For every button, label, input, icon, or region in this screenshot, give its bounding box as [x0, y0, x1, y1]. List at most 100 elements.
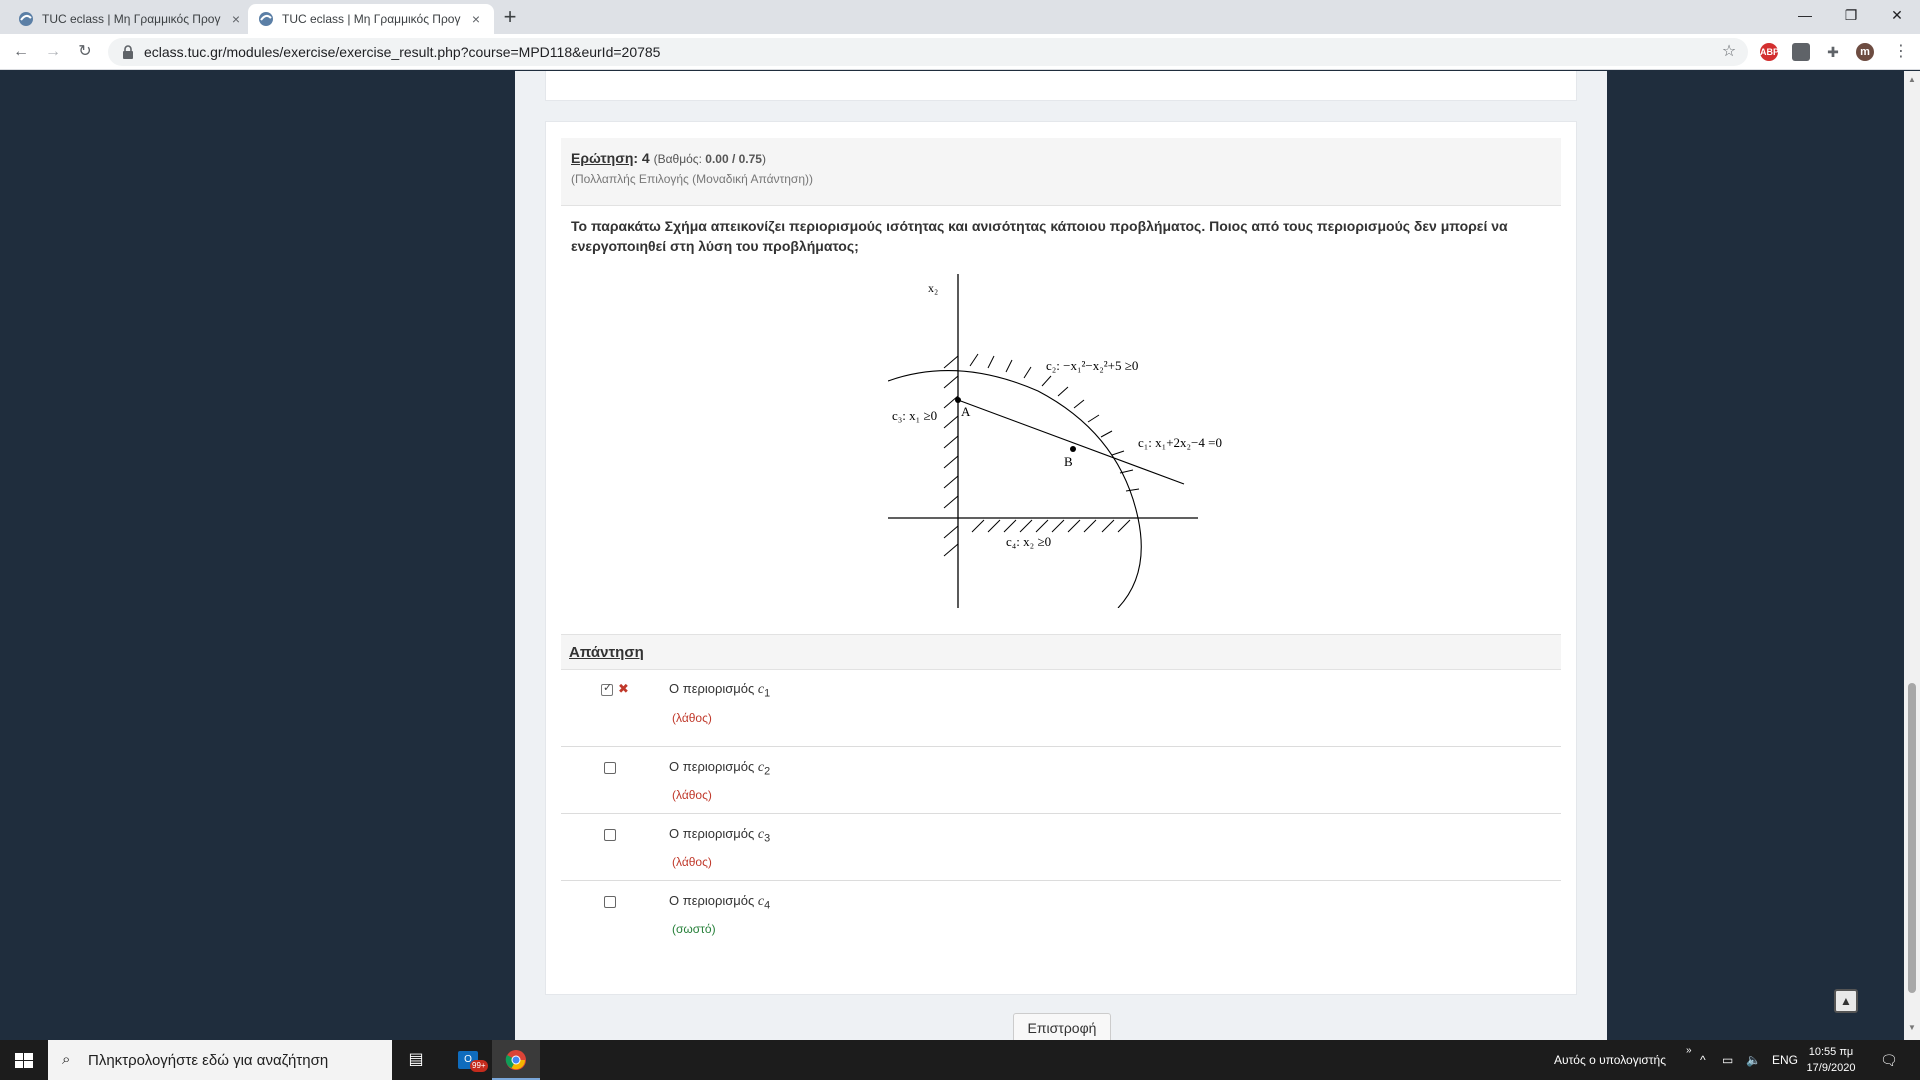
answer-checkbox[interactable] [604, 762, 616, 774]
answer-option-4: Ο περιορισμός c4 (σωστό) [561, 881, 1561, 948]
scroll-down-arrow-icon[interactable]: ▼ [1908, 1023, 1916, 1032]
tab-title: TUC eclass | Μη Γραμμικός Προγ [42, 12, 221, 26]
notification-badge: 99+ [470, 1060, 488, 1072]
tab-close-icon[interactable]: × [468, 11, 484, 27]
answer-option-label: Ο περιορισμός c3 [669, 826, 770, 845]
option-subscript: 2 [764, 765, 771, 778]
close-window-icon[interactable]: ✕ [1874, 4, 1920, 26]
windows-taskbar: ⌕ Πληκτρολογήστε εδώ για αναζήτηση ▤ O 9… [0, 1040, 1920, 1080]
new-tab-button[interactable]: + [498, 6, 522, 28]
answer-option-1: ✖ Ο περιορισμός c1 (λάθος) [561, 670, 1561, 747]
answer-feedback: (σωστό) [672, 922, 716, 936]
windows-start-button[interactable] [0, 1040, 48, 1080]
clock-date: 17/9/2020 [1806, 1062, 1856, 1074]
answer-option-2: Ο περιορισμός c2 (λάθος) [561, 747, 1561, 814]
task-view-icon[interactable]: ▤ [392, 1040, 440, 1080]
system-clock[interactable]: 10:55 πμ 17/9/2020 [1796, 1044, 1866, 1076]
back-button[interactable]: Επιστροφή [1013, 1013, 1111, 1040]
option-subscript: 1 [764, 687, 771, 700]
windows-logo-icon [15, 1053, 33, 1068]
address-bar[interactable]: eclass.tuc.gr/modules/exercise/exercise_… [108, 38, 1748, 66]
browser-tabbar: TUC eclass | Μη Γραμμικός Προγ × TUC ecl… [0, 0, 1920, 34]
option-subscript: 4 [764, 899, 771, 912]
answer-feedback: (λάθος) [672, 855, 712, 869]
notifications-icon[interactable]: 🗨 [1880, 1040, 1898, 1080]
tray-network-label[interactable]: Αυτός ο υπολογιστής [1554, 1040, 1666, 1080]
answer-option-3: Ο περιορισμός c3 (λάθος) [561, 814, 1561, 881]
point-a-label: A [961, 404, 971, 419]
main-content: Ερώτηση: 4 (Βαθμός: 0.00 / 0.75) (Πολλαπ… [515, 71, 1607, 1040]
point-b-label: B [1064, 454, 1073, 469]
page-scrollbar[interactable]: ▲ ▼ [1904, 71, 1920, 1040]
constraints-figure: x₂ A B c₂: −x₁²−x₂²+5 ≥0 c₃: x₁ ≥0 c₁: x… [887, 274, 1248, 609]
network-icon[interactable]: ▭ [1722, 1040, 1733, 1080]
scroll-to-top-icon[interactable]: ▲ [1834, 989, 1858, 1013]
lock-icon [123, 45, 133, 59]
answer-option-label: Ο περιορισμός c2 [669, 759, 770, 778]
restore-icon[interactable]: ❐ [1828, 4, 1874, 26]
wrong-answer-icon: ✖ [618, 681, 629, 696]
chrome-app-icon[interactable] [492, 1040, 540, 1080]
show-hidden-icons[interactable]: ^ [1700, 1040, 1706, 1080]
option-prefix: Ο περιορισμός [669, 826, 758, 841]
c3-label: c₃: x₁ ≥0 [892, 408, 937, 423]
question-text: Το παρακάτω Σχήμα απεικονίζει περιορισμο… [571, 218, 1508, 254]
tray-overflow-icon[interactable]: » [1686, 1040, 1692, 1080]
pdf-extension-icon[interactable] [1792, 43, 1810, 61]
answer-feedback: (λάθος) [672, 788, 712, 802]
browser-tab-1[interactable]: TUC eclass | Μη Γραμμικός Προγ × [8, 4, 254, 34]
answer-checkbox-checked[interactable] [601, 681, 613, 696]
bookmark-star-icon[interactable]: ☆ [1718, 41, 1740, 63]
eclass-favicon-icon [19, 12, 33, 26]
answer-header: Απάντηση [561, 634, 1561, 670]
answer-feedback: (λάθος) [672, 711, 712, 725]
page-viewport: Ερώτηση: 4 (Βαθμός: 0.00 / 0.75) (Πολλαπ… [0, 71, 1920, 1040]
adblock-icon[interactable]: ABP [1760, 43, 1779, 61]
answer-option-label: Ο περιορισμός c4 [669, 893, 770, 912]
reload-icon[interactable]: ↻ [74, 41, 96, 63]
search-placeholder: Πληκτρολογήστε εδώ για αναζήτηση [88, 1051, 329, 1069]
chrome-logo-icon [505, 1049, 526, 1070]
eclass-favicon-icon [259, 12, 273, 26]
grade-suffix: ) [761, 152, 766, 166]
c1-label: c₁: x₁+2x₂−4 =0 [1138, 435, 1222, 450]
outlook-app-icon[interactable]: O 99+ [444, 1040, 492, 1080]
question-type: (Πολλαπλής Επιλογής (Μοναδική Απάντηση)) [571, 172, 813, 186]
x2-axis-label: x₂ [928, 281, 938, 295]
question-header: Ερώτηση: 4 (Βαθμός: 0.00 / 0.75) (Πολλαπ… [561, 138, 1561, 206]
option-prefix: Ο περιορισμός [669, 681, 758, 696]
c2-label: c₂: −x₁²−x₂²+5 ≥0 [1046, 358, 1138, 373]
scroll-up-arrow-icon[interactable]: ▲ [1908, 75, 1916, 84]
option-prefix: Ο περιορισμός [669, 893, 758, 908]
answer-checkbox[interactable] [604, 829, 616, 841]
answer-option-label: Ο περιορισμός c1 [669, 681, 770, 700]
browser-menu-icon[interactable]: ⋮ [1890, 41, 1912, 63]
minimize-icon[interactable]: — [1782, 4, 1828, 26]
question-number: : 4 [633, 150, 650, 166]
browser-tab-2[interactable]: TUC eclass | Μη Γραμμικός Προγ × [248, 4, 494, 34]
constraints-diagram: x₂ A B c₂: −x₁²−x₂²+5 ≥0 c₃: x₁ ≥0 c₁: x… [887, 274, 1248, 609]
extensions-puzzle-icon[interactable]: ✚ [1824, 43, 1842, 61]
question-card: Ερώτηση: 4 (Βαθμός: 0.00 / 0.75) (Πολλαπ… [545, 121, 1577, 995]
tab-close-icon[interactable]: × [228, 11, 244, 27]
url-text: eclass.tuc.gr/modules/exercise/exercise_… [144, 44, 661, 60]
question-label: Ερώτηση [571, 150, 634, 166]
taskbar-search-box[interactable]: ⌕ Πληκτρολογήστε εδώ για αναζήτηση [48, 1040, 392, 1080]
grade-value: 0.00 / 0.75 [705, 152, 762, 166]
option-subscript: 3 [764, 832, 771, 845]
clock-time: 10:55 πμ [1808, 1046, 1854, 1058]
browser-toolbar: ← → ↻ eclass.tuc.gr/modules/exercise/exe… [0, 34, 1920, 70]
previous-question-card [545, 71, 1577, 101]
profile-avatar[interactable]: m [1856, 43, 1874, 61]
volume-icon[interactable]: 🔈 [1746, 1040, 1761, 1080]
grade-prefix: (Βαθμός: [653, 152, 706, 166]
c4-label: c₄: x₂ ≥0 [1006, 534, 1051, 549]
search-icon: ⌕ [62, 1051, 71, 1068]
scrollbar-thumb[interactable] [1908, 683, 1916, 993]
back-icon[interactable]: ← [10, 41, 32, 63]
language-indicator[interactable]: ENG [1772, 1040, 1798, 1080]
option-prefix: Ο περιορισμός [669, 759, 758, 774]
answer-header-label: Απάντηση [569, 644, 644, 661]
answer-checkbox[interactable] [604, 896, 616, 908]
forward-icon[interactable]: → [42, 41, 64, 63]
